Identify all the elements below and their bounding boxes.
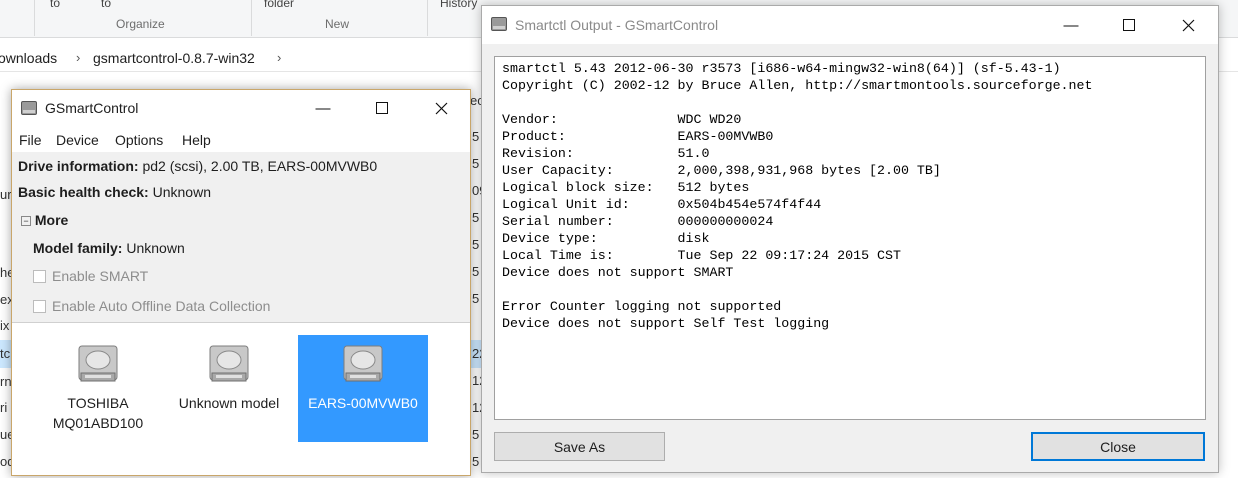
menu-device[interactable]: Device (56, 132, 99, 148)
file-date-fragment: 5 (472, 210, 480, 225)
smartctl-output-window: Smartctl Output - GSmartControl — smartc… (481, 5, 1219, 473)
file-date-fragment: 5 (472, 129, 480, 144)
maximize-icon[interactable] (1106, 6, 1152, 44)
device-item-unknown-model[interactable]: Unknown model (164, 335, 294, 442)
breadcrumb-folder[interactable]: gsmartcontrol-0.8.7-win32 (93, 50, 255, 66)
breadcrumb-downloads[interactable]: ownloads (0, 50, 57, 66)
close-button[interactable]: Close (1031, 432, 1205, 461)
gsmartcontrol-main-window: GSmartControl — File Device Options Help… (11, 89, 471, 476)
minimize-icon[interactable]: — (300, 90, 346, 126)
file-name-fragment[interactable]: rn (0, 374, 12, 389)
file-date-fragment: 5 (472, 427, 480, 442)
smartctl-output-text[interactable]: smartctl 5.43 2012-06-30 r3573 [i686-w64… (495, 57, 1205, 332)
enable-smart-checkbox[interactable]: Enable SMART (33, 268, 148, 284)
file-name-fragment[interactable]: tc (0, 346, 10, 361)
checkbox-box[interactable] (33, 270, 46, 283)
close-icon[interactable] (1165, 6, 1211, 44)
file-name-fragment[interactable]: ri (0, 400, 7, 415)
more-label[interactable]: More (35, 212, 68, 228)
file-date-fragment: 5 (472, 264, 480, 279)
model-family-value: Unknown (126, 240, 185, 256)
minimize-icon[interactable]: — (1048, 6, 1094, 44)
menu-options[interactable]: Options (115, 132, 163, 148)
hard-drive-icon (209, 345, 249, 382)
title-bar[interactable]: GSmartControl — (12, 90, 470, 126)
file-date-fragment: 5 (472, 454, 480, 469)
window-title: GSmartControl (45, 100, 139, 116)
file-name-fragment[interactable]: ix (0, 318, 9, 333)
app-icon (491, 17, 507, 31)
ribbon-separator (251, 0, 252, 36)
file-date-fragment: 5 (472, 291, 480, 306)
menu-bar: File Device Options Help (12, 126, 470, 152)
file-name-fragment[interactable]: ur (0, 187, 12, 202)
smartctl-output-textview[interactable]: smartctl 5.43 2012-06-30 r3573 [i686-w64… (494, 56, 1206, 420)
close-label: Close (1100, 438, 1136, 455)
model-family-label: Model family: (33, 240, 123, 256)
menu-file[interactable]: File (19, 132, 42, 148)
device-item-ears-00mvwb0[interactable]: EARS-00MVWB0 (298, 335, 428, 442)
title-bar[interactable]: Smartctl Output - GSmartControl — (482, 6, 1218, 44)
enable-offline-label: Enable Auto Offline Data Collection (52, 298, 271, 314)
chevron-right-icon: › (76, 50, 81, 65)
hard-drive-icon (343, 345, 383, 382)
health-check-label: Basic health check: (18, 184, 149, 200)
device-label-line1: Unknown model (178, 395, 280, 411)
close-icon[interactable] (418, 90, 464, 126)
device-label-line1: TOSHIBA (67, 395, 129, 411)
enable-smart-label: Enable SMART (52, 268, 149, 284)
device-label-line1: EARS-00MVWB0 (308, 395, 418, 411)
enable-offline-checkbox[interactable]: Enable Auto Offline Data Collection (33, 298, 270, 314)
model-family-row: Model family: Unknown (33, 240, 185, 256)
ribbon-group-new: New (325, 17, 350, 31)
file-date-fragment: 5 (472, 156, 480, 171)
ribbon-separator (427, 0, 428, 36)
device-label-line2: MQ01ABD100 (52, 415, 144, 431)
hard-drive-icon (78, 345, 118, 382)
drive-info-row: Drive information: pd2 (scsi), 2.00 TB, … (18, 158, 377, 174)
ribbon-fragment: to (50, 0, 61, 10)
maximize-icon[interactable] (359, 90, 405, 126)
chevron-right-icon: › (277, 50, 282, 65)
ribbon-group-organize: Organize (116, 17, 165, 31)
more-expander[interactable]: − More (21, 212, 68, 228)
drive-info-value: pd2 (scsi), 2.00 TB, EARS-00MVWB0 (142, 158, 378, 174)
health-check-row: Basic health check: Unknown (18, 184, 211, 200)
menu-help[interactable]: Help (182, 132, 211, 148)
ribbon-separator (34, 0, 35, 36)
drive-info-label: Drive information: (18, 158, 139, 174)
health-check-value: Unknown (152, 184, 211, 200)
ribbon-fragment: to (101, 0, 112, 10)
device-item-toshiba[interactable]: TOSHIBA MQ01ABD100 (33, 335, 163, 442)
app-icon (21, 101, 37, 115)
save-as-label: Save As (553, 438, 606, 455)
ribbon-fragment: History (440, 0, 478, 10)
window-title: Smartctl Output - GSmartControl (515, 17, 719, 33)
checkbox-box[interactable] (33, 300, 46, 313)
save-as-button[interactable]: Save As (494, 432, 665, 461)
ribbon-fragment: folder (264, 0, 295, 10)
collapse-icon[interactable]: − (21, 216, 31, 226)
device-list: TOSHIBA MQ01ABD100 Unknown model EARS-00… (12, 322, 470, 475)
file-date-fragment: 5 (472, 237, 480, 252)
